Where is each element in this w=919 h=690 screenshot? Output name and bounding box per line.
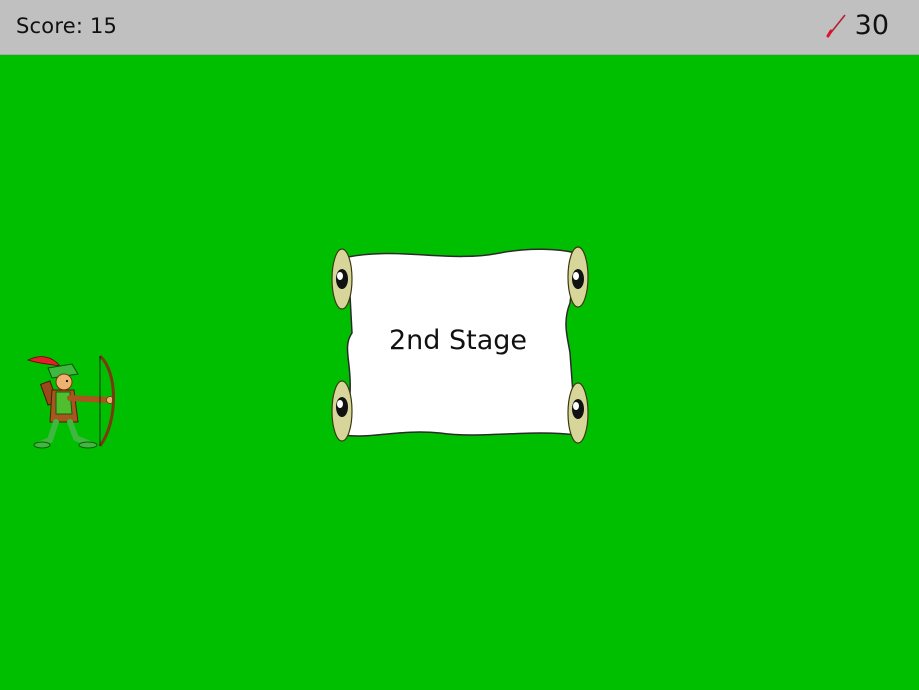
stage-title: 2nd Stage bbox=[388, 325, 528, 356]
scroll-roll-left-top bbox=[331, 248, 353, 310]
arrows-count: 30 bbox=[854, 10, 889, 41]
scroll-roll-right-bottom bbox=[567, 382, 589, 444]
archer-character[interactable] bbox=[26, 352, 118, 452]
scroll-roll-left-bottom bbox=[331, 380, 353, 442]
head bbox=[55, 373, 73, 391]
arrows-remaining: 30 bbox=[825, 10, 889, 41]
scroll-roll-right-top bbox=[567, 246, 589, 308]
hud-bar: Score: 15 30 bbox=[0, 0, 919, 55]
hat-feather bbox=[26, 356, 61, 367]
arrow-icon bbox=[826, 14, 846, 37]
score-label: Score: 15 bbox=[16, 14, 118, 38]
